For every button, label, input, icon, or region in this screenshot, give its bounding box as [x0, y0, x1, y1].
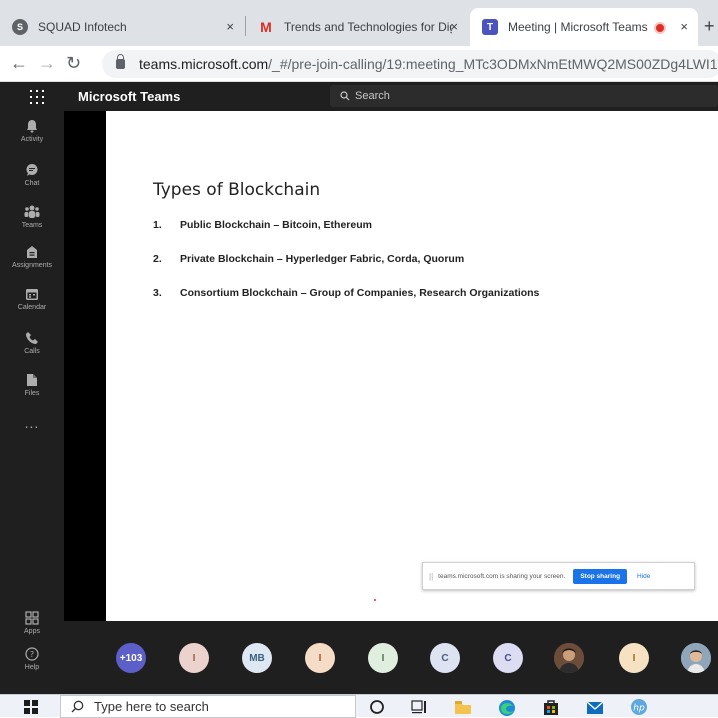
new-tab-button[interactable]: + — [704, 16, 715, 37]
browser-toolbar: ← → ↻ teams.microsoft.com/_#/pre-join-ca… — [0, 46, 718, 82]
participant-avatar[interactable]: I — [305, 643, 335, 673]
assignments-icon — [27, 246, 37, 258]
file-explorer-icon[interactable] — [454, 698, 472, 716]
rail-label: Teams — [21, 222, 43, 229]
rail-label: Help — [24, 664, 40, 671]
search-input[interactable]: Search — [330, 85, 718, 107]
store-icon[interactable] — [542, 698, 560, 716]
sharing-message: teams.microsoft.com is sharing your scre… — [438, 572, 566, 580]
list-item: 1. Public Blockchain – Bitcoin, Ethereum — [153, 219, 372, 231]
tab-title: Meeting | Microsoft Teams — [508, 20, 648, 34]
browser-tab-squad[interactable]: S SQUAD Infotech × — [0, 8, 244, 46]
more-apps-icon[interactable]: ... — [0, 415, 64, 431]
browser-tab-gmail[interactable]: M Trends and Technologies for Digi × — [246, 8, 468, 46]
slide-list: 1. Public Blockchain – Bitcoin, Ethereum … — [153, 219, 539, 321]
url-host: teams.microsoft.com — [139, 56, 269, 72]
phone-icon — [26, 332, 38, 344]
person-photo-icon — [554, 643, 584, 673]
rail-label: Calls — [24, 348, 40, 355]
windows-start-icon[interactable] — [24, 700, 38, 714]
rail-label: Activity — [20, 136, 44, 143]
url-path: /_#/pre-join-calling/19:meeting_MTc3ODMx… — [268, 56, 718, 72]
recording-icon — [654, 22, 666, 34]
rail-item-assignments[interactable]: Assignments — [0, 245, 64, 269]
back-icon[interactable]: ← — [10, 53, 28, 74]
browser-tab-strip: S SQUAD Infotech × M Trends and Technolo… — [0, 0, 718, 46]
squad-icon: S — [12, 19, 28, 35]
close-icon[interactable]: × — [450, 19, 458, 34]
presentation-slide: Types of Blockchain 1. Public Blockchain … — [106, 111, 718, 621]
participant-avatar[interactable]: +103 — [116, 643, 146, 673]
taskbar-search-placeholder: Type here to search — [94, 699, 209, 714]
drag-handle-icon[interactable]: || — [429, 572, 433, 581]
participant-avatar[interactable]: C — [430, 643, 460, 673]
tab-title: SQUAD Infotech — [38, 20, 127, 34]
app-launcher-icon[interactable] — [30, 90, 44, 104]
windows-taskbar: Type here to search hp — [0, 694, 718, 718]
laser-pointer-dot — [374, 599, 376, 601]
teams-header: Microsoft Teams Search — [0, 82, 718, 111]
rail-item-files[interactable]: Files — [0, 373, 64, 397]
participant-avatar[interactable]: I — [179, 643, 209, 673]
participant-avatar[interactable]: MB — [242, 643, 272, 673]
slide-title: Types of Blockchain — [153, 180, 321, 200]
rail-label: Assignments — [11, 262, 53, 269]
bell-icon — [27, 120, 37, 133]
reload-icon[interactable]: ↻ — [66, 53, 81, 74]
list-item: 2. Private Blockchain – Hyperledger Fabri… — [153, 253, 465, 265]
browser-tab-teams[interactable]: T Meeting | Microsoft Teams × — [470, 8, 698, 46]
help-icon: ? — [25, 647, 39, 661]
search-icon — [71, 700, 84, 713]
mail-icon[interactable] — [586, 698, 604, 716]
screen-sharing-bar: || teams.microsoft.com is sharing your s… — [422, 562, 695, 590]
teams-icon: T — [482, 19, 498, 35]
tab-title: Trends and Technologies for Digi — [284, 20, 452, 34]
rail-item-help[interactable]: ? Help — [0, 647, 64, 671]
stop-sharing-button[interactable]: Stop sharing — [573, 568, 628, 584]
person-photo-icon — [681, 643, 711, 673]
task-view-icon[interactable] — [410, 698, 428, 716]
gmail-icon: M — [260, 19, 272, 35]
rail-item-activity[interactable]: Activity — [0, 119, 64, 143]
rail-label: Calendar — [17, 304, 47, 311]
rail-item-chat[interactable]: Chat — [0, 163, 64, 187]
hide-button[interactable]: Hide — [637, 573, 650, 580]
rail-item-teams[interactable]: Teams — [0, 205, 64, 229]
list-item: 3. Consortium Blockchain – Group of Compa… — [153, 287, 540, 299]
app-name: Microsoft Teams — [78, 89, 181, 104]
close-icon[interactable]: × — [680, 19, 688, 34]
edge-icon[interactable] — [498, 698, 516, 716]
rail-label: Files — [24, 390, 40, 397]
rail-item-calls[interactable]: Calls — [0, 331, 64, 355]
participant-roster: +103 I MB I I C C I — [64, 621, 718, 694]
cortana-icon[interactable] — [368, 698, 386, 716]
apps-icon — [25, 611, 39, 625]
svg-text:?: ? — [30, 650, 34, 659]
forward-icon[interactable]: → — [38, 53, 56, 74]
hp-icon[interactable]: hp — [630, 698, 648, 716]
search-icon — [340, 91, 350, 101]
chat-icon — [26, 164, 38, 176]
teams-icon — [24, 205, 40, 218]
rail-label: Apps — [24, 628, 40, 635]
lock-icon — [116, 54, 125, 69]
participant-photo-avatar[interactable] — [554, 643, 584, 673]
calendar-icon — [26, 289, 38, 300]
participant-avatar[interactable]: C — [493, 643, 523, 673]
app-rail: Activity Chat Teams Assignments Calendar… — [0, 111, 64, 694]
participant-photo-avatar[interactable] — [681, 643, 711, 673]
participant-avatar[interactable]: I — [368, 643, 398, 673]
rail-item-calendar[interactable]: Calendar — [0, 287, 64, 311]
participant-avatar[interactable]: I — [619, 643, 649, 673]
rail-label: Chat — [24, 180, 40, 187]
taskbar-search-input[interactable]: Type here to search — [60, 695, 356, 718]
svg-text:hp: hp — [633, 704, 645, 714]
close-icon[interactable]: × — [226, 19, 234, 34]
file-icon — [27, 374, 37, 386]
address-bar[interactable]: teams.microsoft.com/_#/pre-join-calling/… — [102, 50, 718, 78]
rail-item-apps[interactable]: Apps — [0, 611, 64, 635]
search-placeholder: Search — [355, 90, 390, 102]
